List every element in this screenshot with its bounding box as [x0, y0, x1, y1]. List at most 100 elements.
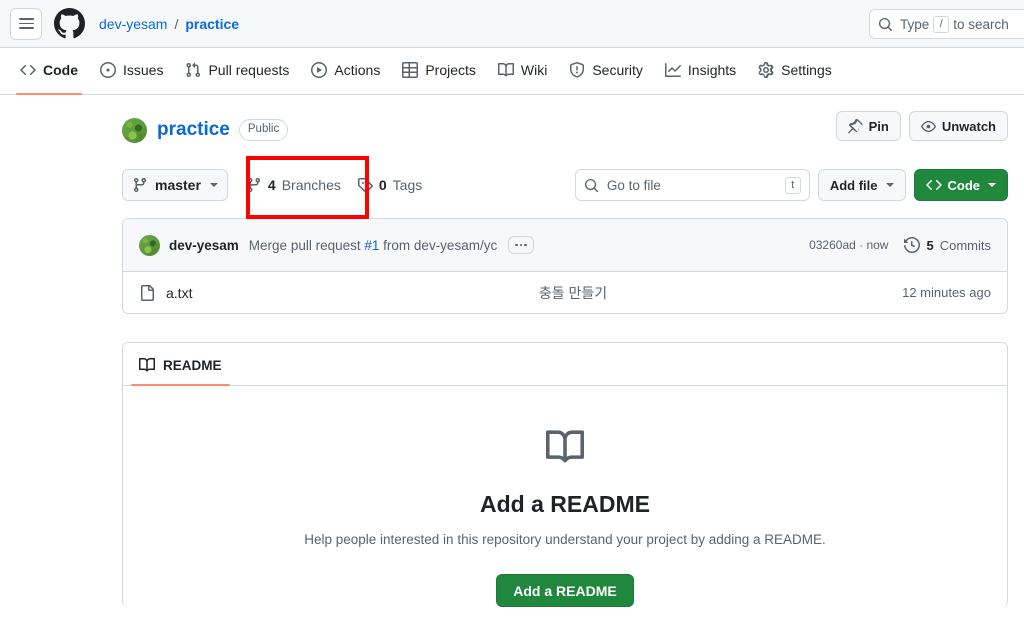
commits-count: 5	[926, 237, 934, 253]
git-branch-icon	[133, 178, 146, 193]
shield-icon	[570, 62, 585, 78]
global-header: dev-yesam / practice Type / to search	[0, 0, 1024, 48]
tab-readme-label: README	[163, 357, 222, 373]
file-name-link[interactable]: a.txt	[166, 285, 192, 301]
branch-toolbar: master 4 Branches 0 Tags Go to file t Ad…	[16, 156, 1008, 219]
play-icon	[311, 62, 328, 78]
gear-icon	[758, 62, 774, 78]
breadcrumb-separator: /	[174, 15, 179, 32]
search-icon	[878, 17, 893, 31]
kebab-dot	[515, 243, 518, 247]
tab-settings-label: Settings	[781, 62, 832, 78]
readme-tabs: README	[123, 343, 1007, 386]
branches-link[interactable]: 4 Branches	[246, 177, 341, 193]
commit-message-pre: Merge pull request	[248, 237, 361, 253]
tab-security[interactable]: Security	[559, 53, 653, 87]
tab-pull-requests[interactable]: Pull requests	[175, 53, 299, 87]
breadcrumb-owner[interactable]: dev-yesam	[99, 16, 167, 32]
commit-author-name[interactable]: dev-yesam	[169, 238, 239, 253]
commit-message[interactable]: Merge pull request #1 from dev-yesam/yc	[249, 238, 497, 253]
eye-icon	[920, 120, 936, 132]
pin-button[interactable]: Pin	[835, 111, 901, 141]
tags-link[interactable]: 0 Tags	[357, 177, 422, 193]
kebab-dot	[524, 243, 527, 247]
book-icon	[497, 62, 514, 77]
search-placeholder-pre: Type	[900, 16, 930, 32]
go-to-file-kbd: t	[784, 176, 801, 194]
tag-icon	[357, 178, 373, 193]
add-file-button[interactable]: Add file	[817, 169, 906, 201]
tab-wiki[interactable]: Wiki	[488, 53, 557, 87]
pin-button-label: Pin	[868, 118, 889, 134]
repo-title-actions: Pin Unwatch	[835, 111, 1008, 141]
tab-code[interactable]: Code	[10, 53, 88, 95]
commit-hash[interactable]: 03260ad · now	[809, 238, 888, 252]
breadcrumb-repo[interactable]: practice	[185, 16, 239, 32]
file-updated-time: 12 minutes ago	[902, 285, 991, 300]
table-icon	[402, 62, 419, 78]
search-kbd-slash: /	[933, 15, 950, 33]
global-search-input[interactable]: Type / to search	[869, 9, 1024, 39]
global-search-placeholder: Type / to search	[900, 15, 1009, 33]
status-badge: Public	[238, 119, 289, 141]
page-title[interactable]: practice	[157, 119, 230, 141]
book-icon	[139, 357, 155, 372]
book-icon-large	[143, 428, 987, 466]
unwatch-button[interactable]: Unwatch	[908, 111, 1008, 141]
table-row[interactable]: a.txt 충돌 만들기 12 minutes ago	[123, 272, 1007, 313]
add-readme-button[interactable]: Add a README	[496, 574, 634, 607]
branches-count: 4	[267, 177, 276, 193]
file-commit-message: 충돌 만들기	[538, 284, 608, 301]
kebab-horizontal-icon[interactable]	[508, 236, 535, 254]
repository-nav: Code Issues Pull requests Actions Projec…	[0, 48, 1024, 95]
repository-main: practice Public Pin Unwatch master 4 Bra…	[0, 95, 1024, 607]
hamburger-bar	[18, 22, 34, 25]
tab-readme[interactable]: README	[131, 351, 230, 386]
tab-actions[interactable]: Actions	[301, 53, 390, 87]
tab-issues[interactable]: Issues	[90, 53, 173, 87]
ref-counts: 4 Branches 0 Tags	[246, 177, 422, 193]
readme-panel: README Add a README Help people interest…	[122, 342, 1008, 607]
chevron-down-icon	[209, 183, 218, 187]
pin-icon	[847, 118, 863, 133]
file-row-inner: a.txt 충돌 만들기 12 minutes ago	[155, 285, 991, 301]
tags-label: Tags	[392, 177, 423, 193]
tab-settings[interactable]: Settings	[748, 53, 842, 87]
go-to-file-placeholder: Go to file	[606, 177, 661, 193]
code-button[interactable]: Code	[913, 169, 1008, 201]
readme-empty-state: Add a README Help people interested in t…	[123, 386, 1007, 607]
breadcrumb: dev-yesam / practice	[99, 16, 239, 32]
git-branch-icon	[247, 178, 260, 193]
tab-projects[interactable]: Projects	[392, 53, 486, 87]
tab-actions-label: Actions	[334, 62, 381, 78]
repo-title-row: practice Public Pin Unwatch	[16, 95, 1008, 149]
graph-icon	[664, 63, 681, 77]
commit-meta: 03260ad · now 5 Commits	[809, 237, 991, 253]
tab-projects-label: Projects	[425, 62, 476, 78]
tab-security-label: Security	[592, 62, 643, 78]
readme-empty-title: Add a README	[480, 491, 650, 517]
commits-count-link[interactable]: 5 Commits	[904, 237, 991, 253]
search-placeholder-post: to search	[953, 16, 1009, 32]
search-icon	[584, 178, 598, 192]
commit-pr-link[interactable]: #1	[364, 238, 379, 253]
hamburger-bar	[18, 27, 34, 30]
go-to-file-input[interactable]: Go to file t	[574, 169, 810, 201]
code-icon	[925, 179, 942, 191]
tab-insights[interactable]: Insights	[655, 53, 746, 87]
branch-name-label: master	[155, 177, 201, 193]
commit-author-avatar	[139, 234, 160, 256]
tab-code-label: Code	[43, 62, 78, 78]
unwatch-button-label: Unwatch	[941, 118, 996, 134]
code-button-label: Code	[947, 177, 981, 193]
code-icon	[20, 64, 36, 76]
branch-selector[interactable]: master	[122, 169, 228, 201]
add-file-label: Add file	[829, 177, 878, 193]
github-logo-icon[interactable]	[54, 8, 85, 39]
repo-owner-avatar	[122, 117, 147, 143]
tab-pull-requests-label: Pull requests	[208, 62, 290, 78]
hamburger-menu-icon[interactable]	[10, 7, 42, 40]
tab-wiki-label: Wiki	[520, 62, 548, 78]
file-list-panel: dev-yesam Merge pull request #1 from dev…	[122, 218, 1008, 314]
issue-opened-icon	[100, 62, 116, 78]
